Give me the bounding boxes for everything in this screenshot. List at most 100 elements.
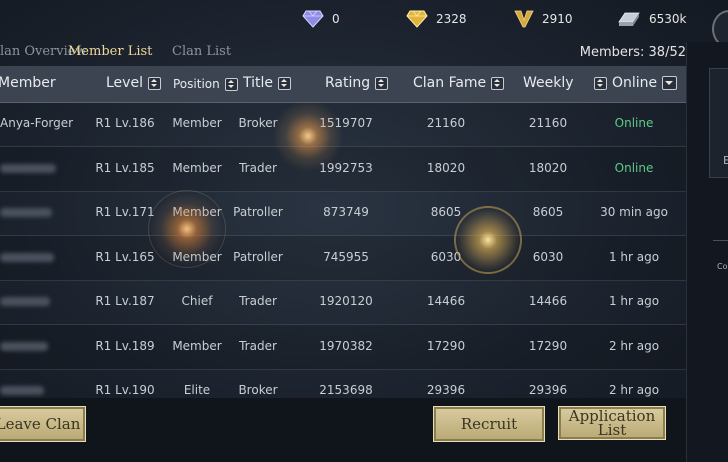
cell-level: R1 Lv.189 bbox=[95, 338, 155, 353]
cell-rating: 1970382 bbox=[319, 338, 373, 353]
members-count: Members: 38/52 bbox=[579, 45, 686, 60]
sort-icon[interactable] bbox=[147, 76, 161, 90]
column-online[interactable]: Online bbox=[594, 75, 678, 91]
column-clan-fame[interactable]: Clan Fame bbox=[413, 75, 505, 91]
member-name-redacted bbox=[0, 341, 48, 351]
sort-icon[interactable] bbox=[224, 77, 238, 91]
column-label: Rating bbox=[325, 75, 371, 91]
cell-level: R1 Lv.187 bbox=[95, 294, 155, 308]
cell-online: 1 hr ago bbox=[608, 249, 660, 264]
column-weekly[interactable]: Weekly bbox=[523, 75, 574, 91]
v-token-icon bbox=[514, 10, 534, 28]
column-rating[interactable]: Rating bbox=[325, 75, 389, 91]
member-name-redacted bbox=[0, 163, 56, 173]
cell-level: R1 Lv.165 bbox=[95, 249, 155, 264]
resource-value: 0 bbox=[332, 12, 340, 26]
tab-member-list[interactable]: Member List bbox=[68, 44, 152, 59]
chevron-down-icon[interactable] bbox=[662, 76, 678, 90]
action-bar: Leave Clan Recruit Application List bbox=[0, 398, 686, 462]
diamond-icon bbox=[302, 10, 324, 28]
member-table: Member Level Position Title Rating Clan … bbox=[0, 66, 686, 398]
cell-fame: 6030 bbox=[430, 249, 462, 264]
table-row[interactable]: R1 Lv.185 Member Trader 1992753 18020 18020 On… bbox=[0, 146, 686, 192]
gold-gem-icon bbox=[406, 10, 428, 28]
cell-title: Broker bbox=[238, 383, 278, 397]
column-label: Title bbox=[243, 75, 274, 91]
cell-weekly: 17290 bbox=[528, 338, 568, 353]
cell-online: 30 min ago bbox=[600, 205, 668, 219]
table-row[interactable]: R1 Lv.171 Member Patroller 873749 8605 8605 30… bbox=[0, 191, 686, 236]
cell-rating: 2153698 bbox=[319, 383, 373, 397]
cell-position: Member bbox=[172, 116, 222, 130]
cell-online: 2 hr ago bbox=[608, 383, 660, 397]
cell-title: Broker bbox=[238, 116, 278, 130]
cell-rating: 745955 bbox=[323, 249, 369, 264]
member-name: Anya-Forger bbox=[0, 116, 74, 130]
cell-title: Trader bbox=[239, 338, 277, 353]
cell-weekly: 29396 bbox=[528, 383, 568, 397]
cell-position: Elite bbox=[183, 383, 211, 397]
table-row[interactable]: R1 Lv.187 Chief Trader 1920120 14466 14466 1 h… bbox=[0, 280, 686, 325]
member-name-redacted bbox=[0, 386, 44, 395]
column-label: Member bbox=[0, 75, 56, 91]
cell-fame: 8605 bbox=[430, 205, 462, 219]
sort-icon[interactable] bbox=[278, 76, 292, 90]
column-level[interactable]: Level bbox=[106, 75, 161, 91]
table-row[interactable]: R1 Lv.165 Member Patroller 745955 6030 6030 1 … bbox=[0, 235, 686, 281]
cell-weekly: 21160 bbox=[528, 116, 568, 130]
tab-clan-list[interactable]: Clan List bbox=[172, 44, 231, 59]
side-panel: E Co bbox=[686, 42, 728, 462]
resource-v-token: 2910 bbox=[514, 10, 573, 28]
cell-weekly: 18020 bbox=[528, 160, 568, 175]
cell-weekly: 14466 bbox=[528, 294, 568, 308]
cell-fame: 14466 bbox=[426, 294, 466, 308]
column-label: Weekly bbox=[523, 75, 574, 91]
cell-rating: 873749 bbox=[323, 205, 369, 219]
side-panel-label: Co bbox=[717, 262, 728, 271]
column-member[interactable]: Member bbox=[0, 75, 56, 91]
cell-title: Trader bbox=[239, 160, 277, 175]
silver-bar-icon bbox=[617, 10, 641, 28]
side-panel-label: E bbox=[723, 154, 728, 167]
leave-clan-button[interactable]: Leave Clan bbox=[0, 406, 86, 442]
cell-online: 1 hr ago bbox=[608, 294, 660, 308]
cell-weekly: 8605 bbox=[532, 205, 564, 219]
cell-position: Member bbox=[172, 338, 222, 353]
resource-value: 2328 bbox=[436, 12, 467, 26]
column-label: Level bbox=[106, 75, 143, 91]
sort-icon[interactable] bbox=[375, 76, 389, 90]
cell-title: Trader bbox=[239, 294, 277, 308]
divider bbox=[713, 240, 728, 241]
cell-level: R1 Lv.190 bbox=[95, 383, 155, 397]
cell-fame: 29396 bbox=[426, 383, 466, 397]
sort-icon[interactable] bbox=[491, 76, 505, 90]
column-label: Position bbox=[173, 77, 220, 91]
table-row[interactable]: R1 Lv.189 Member Trader 1970382 17290 17290 2 … bbox=[0, 324, 686, 370]
cell-fame: 21160 bbox=[426, 116, 466, 130]
cell-weekly: 6030 bbox=[532, 249, 564, 264]
cell-fame: 18020 bbox=[426, 160, 466, 175]
resource-value: 6530k bbox=[649, 12, 687, 26]
cell-level: R1 Lv.186 bbox=[95, 116, 155, 130]
table-row[interactable]: Anya-Forger R1 Lv.186 Member Broker 1519707 2… bbox=[0, 102, 686, 147]
resource-bar: 0 2328 2910 6530k bbox=[0, 0, 728, 42]
cell-rating: 1519707 bbox=[319, 116, 373, 130]
resource-gold: 2328 bbox=[406, 10, 467, 28]
recruit-button[interactable]: Recruit bbox=[433, 406, 545, 442]
cell-online: Online bbox=[614, 160, 654, 175]
column-label: Clan Fame bbox=[413, 75, 487, 91]
resource-value: 2910 bbox=[542, 12, 573, 26]
resource-silver: 6530k bbox=[617, 10, 687, 28]
application-list-button[interactable]: Application List bbox=[558, 406, 666, 440]
cell-title: Patroller bbox=[233, 249, 283, 264]
sort-icon[interactable] bbox=[594, 76, 607, 90]
cell-title: Patroller bbox=[233, 205, 283, 219]
table-row[interactable]: R1 Lv.190 Elite Broker 2153698 29396 29396 2 h… bbox=[0, 369, 686, 398]
cell-position: Member bbox=[172, 205, 222, 219]
column-position[interactable]: Position bbox=[173, 77, 238, 91]
cell-rating: 1992753 bbox=[319, 160, 373, 175]
resource-diamond: 0 bbox=[302, 10, 340, 28]
cell-level: R1 Lv.185 bbox=[95, 160, 155, 175]
cell-fame: 17290 bbox=[426, 338, 466, 353]
column-title[interactable]: Title bbox=[243, 75, 292, 91]
